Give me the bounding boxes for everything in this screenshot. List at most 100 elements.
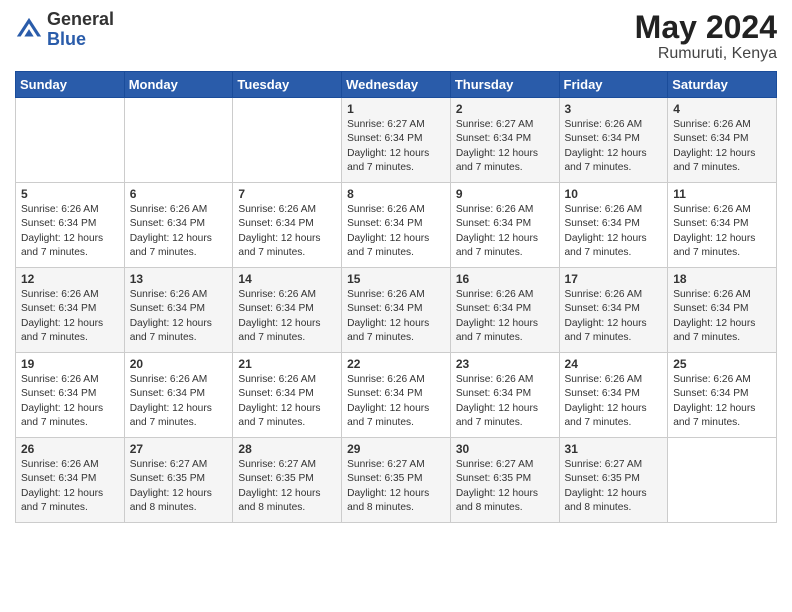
calendar-day-cell: 3 Sunrise: 6:26 AMSunset: 6:34 PMDaylight… — [559, 98, 668, 183]
calendar-day-cell: 24Sunrise: 6:26 AMSunset: 6:34 PMDayligh… — [559, 353, 668, 438]
calendar-day-cell: 18 Sunrise: 6:26 AMSunset: 6:34 PMDayligh… — [668, 268, 777, 353]
calendar-week-row: 12 Sunrise: 6:26 AMSunset: 6:34 PMDayligh… — [16, 268, 777, 353]
calendar-table: Sunday Monday Tuesday Wednesday Thursday… — [15, 71, 777, 523]
day-number: 18 — [673, 272, 771, 286]
day-info: Sunrise: 6:26 AMSunset: 6:34 PMDaylight:… — [673, 203, 771, 260]
header-wednesday: Wednesday — [342, 72, 451, 98]
calendar-day-cell: 19 Sunrise: 6:26 AMSunset: 6:34 PMDayligh… — [16, 353, 125, 438]
page-header: General Blue May 2024 Rumuruti, Kenya — [15, 10, 777, 63]
day-number: 31 — [565, 442, 663, 456]
calendar-day-cell: 4Sunrise: 6:26 AMSunset: 6:34 PMDaylight… — [668, 98, 777, 183]
calendar-week-row: 19 Sunrise: 6:26 AMSunset: 6:34 PMDayligh… — [16, 353, 777, 438]
day-info: Sunrise: 6:26 AMSunset: 6:34 PMDaylight:… — [21, 373, 119, 430]
logo-general-text: General — [47, 10, 114, 30]
day-info: Sunrise: 6:26 AMSunset: 6:34 PMDaylight:… — [347, 288, 445, 345]
day-number: 28 — [238, 442, 336, 456]
day-info: Sunrise: 6:27 AMSunset: 6:35 PMDaylight:… — [456, 458, 554, 515]
day-number: 9 — [456, 187, 554, 201]
day-number: 7 — [238, 187, 336, 201]
day-info: Sunrise: 6:26 AMSunset: 6:34 PMDaylight:… — [130, 288, 228, 345]
day-number: 1 — [347, 102, 445, 116]
day-number: 16 — [456, 272, 554, 286]
calendar-day-cell: 13 Sunrise: 6:26 AMSunset: 6:34 PMDayligh… — [124, 268, 233, 353]
logo-icon — [15, 16, 43, 44]
day-info: Sunrise: 6:26 AMSunset: 6:34 PMDaylight:… — [238, 203, 336, 260]
calendar-day-cell — [233, 98, 342, 183]
calendar-day-cell: 17 Sunrise: 6:26 AMSunset: 6:34 PMDayligh… — [559, 268, 668, 353]
day-info: Sunrise: 6:26 AMSunset: 6:34 PMDaylight:… — [347, 373, 445, 430]
day-info: Sunrise: 6:26 AMSunset: 6:34 PMDaylight:… — [456, 373, 554, 430]
day-number: 4 — [673, 102, 771, 116]
day-info: Sunrise: 6:26 AMSunset: 6:34 PMDaylight:… — [565, 118, 663, 175]
calendar-day-cell: 1 Sunrise: 6:27 AMSunset: 6:34 PMDaylight… — [342, 98, 451, 183]
day-info: Sunrise: 6:26 AMSunset: 6:34 PMDaylight:… — [238, 373, 336, 430]
calendar-day-cell: 14 Sunrise: 6:26 AMSunset: 6:34 PMDayligh… — [233, 268, 342, 353]
day-number: 29 — [347, 442, 445, 456]
day-number: 5 — [21, 187, 119, 201]
day-number: 3 — [565, 102, 663, 116]
calendar-location: Rumuruti, Kenya — [635, 45, 777, 63]
day-info: Sunrise: 6:26 AMSunset: 6:34 PMDaylight:… — [130, 203, 228, 260]
day-number: 10 — [565, 187, 663, 201]
header-tuesday: Tuesday — [233, 72, 342, 98]
header-sunday: Sunday — [16, 72, 125, 98]
day-info: Sunrise: 6:26 AMSunset: 6:34 PMDaylight:… — [565, 288, 663, 345]
header-monday: Monday — [124, 72, 233, 98]
day-number: 8 — [347, 187, 445, 201]
day-number: 15 — [347, 272, 445, 286]
header-friday: Friday — [559, 72, 668, 98]
calendar-day-cell: 28 Sunrise: 6:27 AMSunset: 6:35 PMDayligh… — [233, 438, 342, 523]
calendar-day-cell: 12 Sunrise: 6:26 AMSunset: 6:34 PMDayligh… — [16, 268, 125, 353]
day-info: Sunrise: 6:26 AMSunset: 6:34 PMDaylight:… — [21, 288, 119, 345]
day-number: 26 — [21, 442, 119, 456]
calendar-day-cell: 23 Sunrise: 6:26 AMSunset: 6:34 PMDayligh… — [450, 353, 559, 438]
day-info: Sunrise: 6:27 AMSunset: 6:35 PMDaylight:… — [565, 458, 663, 515]
calendar-day-cell: 16 Sunrise: 6:26 AMSunset: 6:34 PMDayligh… — [450, 268, 559, 353]
calendar-day-cell: 30Sunrise: 6:27 AMSunset: 6:35 PMDayligh… — [450, 438, 559, 523]
logo: General Blue — [15, 10, 114, 50]
day-info: Sunrise: 6:26 AMSunset: 6:34 PMDaylight:… — [21, 458, 119, 515]
day-number: 14 — [238, 272, 336, 286]
calendar-day-cell — [124, 98, 233, 183]
calendar-day-cell: 5Sunrise: 6:26 AMSunset: 6:34 PMDaylight… — [16, 183, 125, 268]
day-info: Sunrise: 6:26 AMSunset: 6:34 PMDaylight:… — [130, 373, 228, 430]
calendar-day-cell: 29 Sunrise: 6:27 AMSunset: 6:35 PMDayligh… — [342, 438, 451, 523]
day-number: 23 — [456, 357, 554, 371]
day-info: Sunrise: 6:26 AMSunset: 6:34 PMDaylight:… — [673, 288, 771, 345]
day-number: 24 — [565, 357, 663, 371]
calendar-week-row: 1 Sunrise: 6:27 AMSunset: 6:34 PMDaylight… — [16, 98, 777, 183]
calendar-day-cell: 10Sunrise: 6:26 AMSunset: 6:34 PMDayligh… — [559, 183, 668, 268]
calendar-day-cell: 8Sunrise: 6:26 AMSunset: 6:34 PMDaylight… — [342, 183, 451, 268]
day-number: 25 — [673, 357, 771, 371]
header-saturday: Saturday — [668, 72, 777, 98]
day-number: 19 — [21, 357, 119, 371]
day-info: Sunrise: 6:27 AMSunset: 6:35 PMDaylight:… — [238, 458, 336, 515]
day-info: Sunrise: 6:26 AMSunset: 6:34 PMDaylight:… — [456, 288, 554, 345]
day-info: Sunrise: 6:27 AMSunset: 6:35 PMDaylight:… — [347, 458, 445, 515]
calendar-day-cell: 2 Sunrise: 6:27 AMSunset: 6:34 PMDaylight… — [450, 98, 559, 183]
calendar-day-cell: 27Sunrise: 6:27 AMSunset: 6:35 PMDayligh… — [124, 438, 233, 523]
day-number: 2 — [456, 102, 554, 116]
day-number: 11 — [673, 187, 771, 201]
calendar-day-cell: 31 Sunrise: 6:27 AMSunset: 6:35 PMDayligh… — [559, 438, 668, 523]
day-info: Sunrise: 6:26 AMSunset: 6:34 PMDaylight:… — [238, 288, 336, 345]
day-info: Sunrise: 6:27 AMSunset: 6:34 PMDaylight:… — [456, 118, 554, 175]
calendar-day-cell — [16, 98, 125, 183]
calendar-day-cell: 7 Sunrise: 6:26 AMSunset: 6:34 PMDaylight… — [233, 183, 342, 268]
calendar-day-cell — [668, 438, 777, 523]
calendar-week-row: 5 Sunrise: 6:26 AMSunset: 6:34 PMDaylight… — [16, 183, 777, 268]
day-info: Sunrise: 6:27 AMSunset: 6:34 PMDaylight:… — [347, 118, 445, 175]
calendar-day-cell: 20Sunrise: 6:26 AMSunset: 6:34 PMDayligh… — [124, 353, 233, 438]
day-number: 21 — [238, 357, 336, 371]
day-number: 6 — [130, 187, 228, 201]
day-number: 17 — [565, 272, 663, 286]
day-number: 13 — [130, 272, 228, 286]
calendar-day-cell: 15 Sunrise: 6:26 AMSunset: 6:34 PMDayligh… — [342, 268, 451, 353]
day-number: 22 — [347, 357, 445, 371]
calendar-day-cell: 25 Sunrise: 6:26 AMSunset: 6:34 PMDayligh… — [668, 353, 777, 438]
day-info: Sunrise: 6:26 AMSunset: 6:34 PMDaylight:… — [673, 373, 771, 430]
day-number: 12 — [21, 272, 119, 286]
calendar-title: May 2024 — [635, 10, 777, 45]
day-info: Sunrise: 6:27 AMSunset: 6:35 PMDaylight:… — [130, 458, 228, 515]
calendar-day-cell: 9Sunrise: 6:26 AMSunset: 6:34 PMDaylight… — [450, 183, 559, 268]
